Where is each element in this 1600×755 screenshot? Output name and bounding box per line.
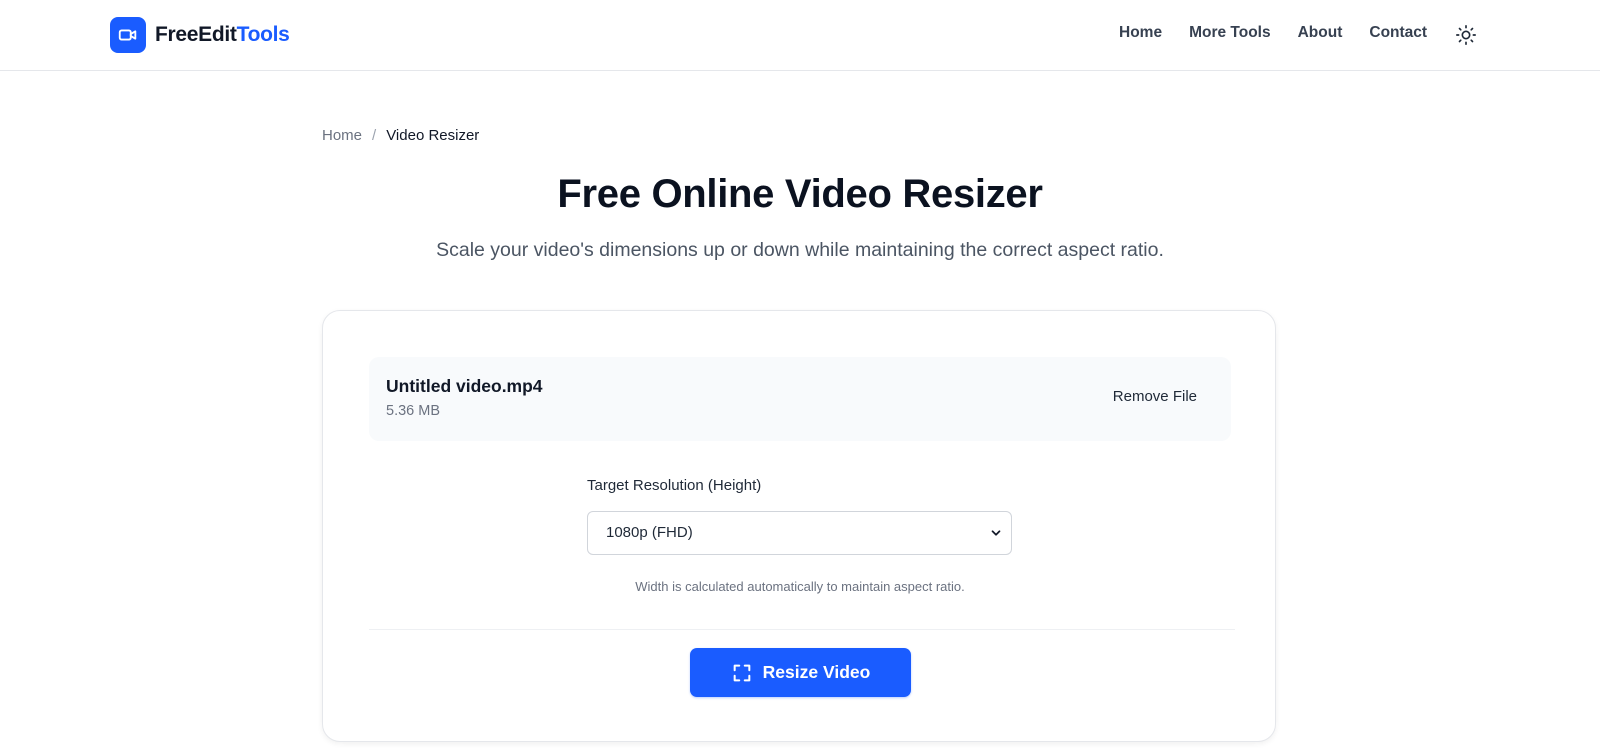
brand-logo-link[interactable]: FreeEditTools [110,17,290,53]
expand-icon [733,664,751,681]
nav-about[interactable]: About [1298,24,1343,42]
breadcrumb-current: Video Resizer [386,127,480,144]
resolution-select-value: 1080p (FHD) [606,524,693,541]
selected-file-panel: Untitled video.mp4 5.36 MB Remove File [369,357,1231,441]
divider [369,629,1235,630]
site-header: FreeEditTools Home More Tools About Cont… [0,0,1600,71]
file-name: Untitled video.mp4 [386,376,543,396]
brand-name-part2: Tools [236,23,290,46]
breadcrumb-separator: / [372,127,377,144]
sun-icon [1456,25,1476,45]
video-camera-icon [110,17,146,53]
nav-contact[interactable]: Contact [1369,24,1427,42]
resize-video-button[interactable]: Resize Video [690,648,911,697]
file-size: 5.36 MB [386,403,440,419]
nav-home[interactable]: Home [1119,24,1162,42]
resolution-hint: Width is calculated automatically to mai… [635,579,965,594]
resize-video-label: Resize Video [762,662,871,682]
main-nav: Home More Tools About Contact [1119,24,1454,42]
resolution-select[interactable]: 1080p (FHD) [587,511,1012,555]
brand-name-part1: FreeEdit [155,23,237,46]
chevron-down-icon [991,530,1001,536]
page-subtitle: Scale your video's dimensions up or down… [436,239,1164,261]
resolution-label: Target Resolution (Height) [587,477,762,494]
breadcrumb-home[interactable]: Home [322,127,362,144]
nav-more-tools[interactable]: More Tools [1189,24,1271,42]
page-title: Free Online Video Resizer [557,172,1043,216]
breadcrumb: Home / Video Resizer [322,127,479,144]
tool-card: Untitled video.mp4 5.36 MB Remove File T… [322,310,1276,742]
brand-name: FreeEditTools [155,23,290,47]
remove-file-button[interactable]: Remove File [1113,388,1197,405]
theme-toggle-button[interactable] [1454,23,1478,47]
